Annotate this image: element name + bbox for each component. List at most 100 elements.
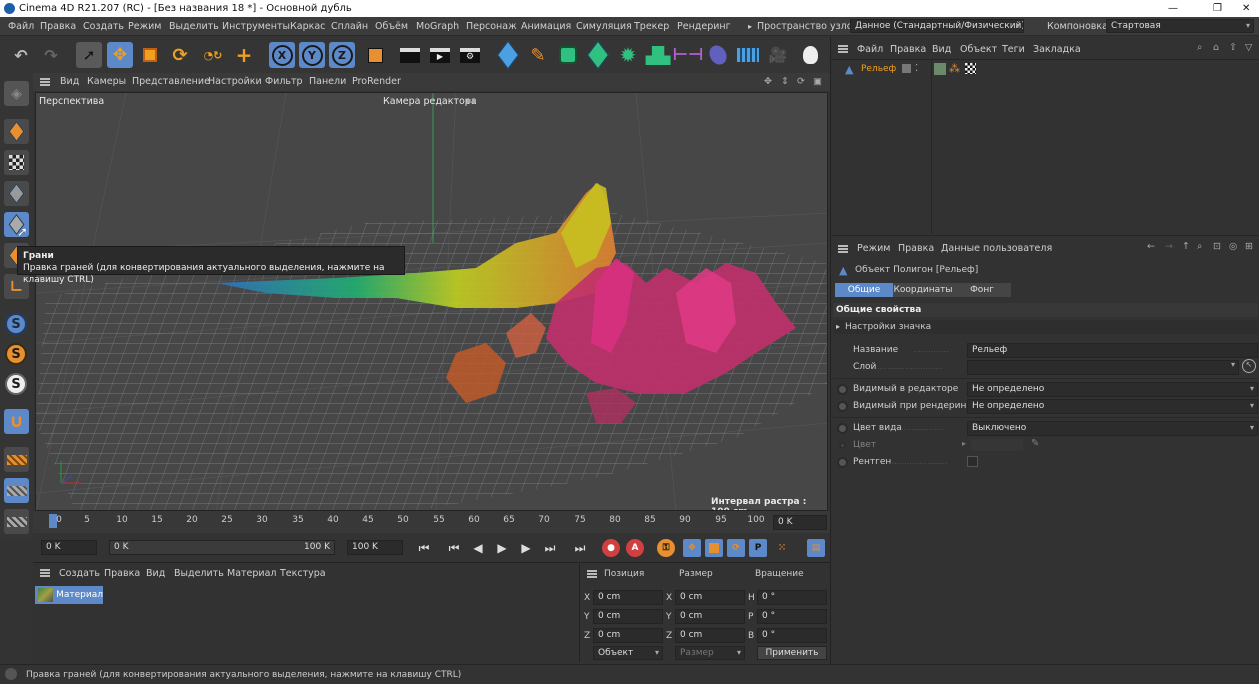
orbit-view-icon[interactable]: ⟳ [797, 76, 805, 87]
menu-animation[interactable]: Анимация [521, 21, 571, 32]
light-button[interactable] [797, 42, 823, 68]
om-menu-tags[interactable]: Теги [1002, 44, 1025, 55]
node-space-select[interactable]: Данное (Стандартный/Физический) ▾ [850, 19, 1024, 33]
menu-select[interactable]: Выделить [169, 21, 219, 32]
symmetry-button[interactable]: S [5, 373, 27, 395]
animate-radio-icon[interactable] [837, 401, 848, 412]
size-x-field[interactable]: 0 cm [675, 590, 745, 605]
z-axis-lock-button[interactable]: Z [329, 42, 355, 68]
preview-range-slider[interactable]: 0 K 100 K [109, 540, 335, 555]
vp-menu-display[interactable]: Представление [132, 76, 210, 87]
mat-menu-view[interactable]: Вид [146, 568, 165, 579]
minimize-icon[interactable]: — [1168, 0, 1178, 17]
expand-arrow-icon[interactable]: ▸ [962, 439, 966, 448]
up-arrow-icon[interactable]: ⇧ [1229, 42, 1237, 53]
key-position-button[interactable]: ✥ [683, 539, 701, 557]
rotate-tool-button[interactable]: ⟳ [167, 42, 193, 68]
tab-phong[interactable]: Фонг [953, 283, 1011, 297]
layer-icon[interactable] [902, 64, 911, 73]
mograph-button[interactable]: ▟▙ [645, 42, 671, 68]
menu-tracker[interactable]: Трекер [634, 21, 669, 32]
om-menu-view[interactable]: Вид [932, 44, 951, 55]
search-icon[interactable]: ⌕ [1197, 241, 1202, 252]
uvw-tag-icon[interactable] [965, 63, 976, 74]
size-mode-select[interactable]: Размер ▾ [675, 646, 745, 660]
eyedropper-icon[interactable]: ✎ [1031, 438, 1039, 449]
goto-end-button[interactable]: ⏭ [571, 539, 589, 557]
home-icon[interactable]: ⌂ [1213, 42, 1219, 53]
lock-icon[interactable]: ⊡ [1213, 241, 1221, 252]
zoom-view-icon[interactable]: ⇕ [781, 76, 789, 87]
animate-radio-icon[interactable] [839, 442, 846, 449]
mat-menu-texture[interactable]: Текстура [280, 568, 326, 579]
search-icon[interactable]: ⌕ [1197, 42, 1202, 53]
rot-h-field[interactable]: 0 ° [757, 590, 827, 605]
floor-button[interactable] [735, 42, 761, 68]
object-row-relief[interactable]: ▲ Рельеф ⁚ [835, 63, 927, 77]
new-panel-icon[interactable]: ⊞ [1245, 241, 1253, 252]
menu-mesh[interactable]: Каркас [290, 21, 325, 32]
visible-render-select[interactable]: Не определено ▾ [967, 399, 1258, 414]
timeline-window-button[interactable]: ▤ [807, 539, 825, 557]
om-menu-object[interactable]: Объект [960, 44, 997, 55]
cloner-button[interactable]: ✹ [615, 42, 641, 68]
size-z-field[interactable]: 0 cm [675, 628, 745, 643]
hamburger-icon[interactable] [838, 45, 848, 53]
menu-edit[interactable]: Правка [40, 21, 76, 32]
hamburger-icon[interactable] [40, 569, 50, 577]
forward-arrow-icon[interactable]: → [1165, 241, 1173, 252]
visibility-dots-icon[interactable]: ⁚ [915, 63, 918, 74]
render-picture-viewer-button[interactable]: ▶ [427, 42, 453, 68]
menu-render[interactable]: Рендеринг [677, 21, 731, 32]
record-active-button[interactable]: ● [602, 539, 620, 557]
phong-tag-icon[interactable]: ⁂ [949, 62, 960, 75]
coord-mode-select[interactable]: Объект ▾ [593, 646, 663, 660]
material-item[interactable]: Материал [35, 586, 103, 604]
back-arrow-icon[interactable]: ← [1147, 241, 1155, 252]
restore-icon[interactable]: ❐ [1213, 0, 1222, 17]
mat-menu-edit[interactable]: Правка [104, 568, 140, 579]
menu-mograph[interactable]: MoGraph [416, 21, 459, 32]
om-menu-bookmarks[interactable]: Закладка [1033, 44, 1081, 55]
model-mode-button[interactable] [4, 119, 29, 144]
animate-radio-icon[interactable] [837, 457, 848, 468]
target-icon[interactable]: ◎ [1229, 241, 1237, 252]
tab-general[interactable]: Общие [835, 283, 893, 297]
color-swatch[interactable] [971, 439, 1023, 451]
next-frame-button[interactable]: ▶ [517, 539, 535, 557]
snap-settings-button[interactable]: S [5, 343, 27, 365]
menu-character[interactable]: Персонаж [466, 21, 517, 32]
pick-layer-icon[interactable]: ↖ [1242, 359, 1256, 373]
locked-workplane-button[interactable] [4, 478, 29, 503]
animate-radio-icon[interactable] [837, 384, 848, 395]
xray-checkbox[interactable] [967, 456, 978, 467]
keyframe-selection-button[interactable]: ⚿ [657, 539, 675, 557]
render-view-button[interactable] [397, 42, 423, 68]
hamburger-icon[interactable] [838, 245, 848, 253]
key-pla-button[interactable]: ⁙ [773, 539, 791, 557]
pen-tool-button[interactable]: ✎ [525, 42, 551, 68]
menu-spline[interactable]: Сплайн [331, 21, 368, 32]
rot-b-field[interactable]: 0 ° [757, 628, 827, 643]
am-menu-userdata[interactable]: Данные пользователя [941, 243, 1052, 254]
menu-volume[interactable]: Объём [375, 21, 408, 32]
undo-button[interactable]: ↶ [8, 42, 34, 68]
scale-tool-button[interactable] [137, 42, 163, 68]
next-key-button[interactable]: ⏭ [541, 539, 559, 557]
pos-y-field[interactable]: 0 cm [593, 609, 663, 624]
coordinate-system-button[interactable] [362, 42, 388, 68]
points-mode-button[interactable] [4, 181, 29, 206]
hamburger-icon[interactable] [587, 570, 597, 578]
vp-menu-panels[interactable]: Панели [309, 76, 346, 87]
vp-menu-view[interactable]: Вид [60, 76, 79, 87]
snapping-button[interactable]: S [5, 313, 27, 335]
am-menu-edit[interactable]: Правка [898, 243, 934, 254]
pos-z-field[interactable]: 0 cm [593, 628, 663, 643]
menu-file[interactable]: Файл [8, 21, 34, 32]
expand-arrow-icon[interactable]: ▸ [748, 22, 752, 31]
play-button[interactable]: ▶ [493, 539, 511, 557]
auto-key-button[interactable]: A [626, 539, 644, 557]
cube-button[interactable] [495, 40, 521, 70]
filter-icon[interactable]: ▽ [1245, 42, 1252, 53]
mat-menu-material[interactable]: Материал [227, 568, 277, 579]
